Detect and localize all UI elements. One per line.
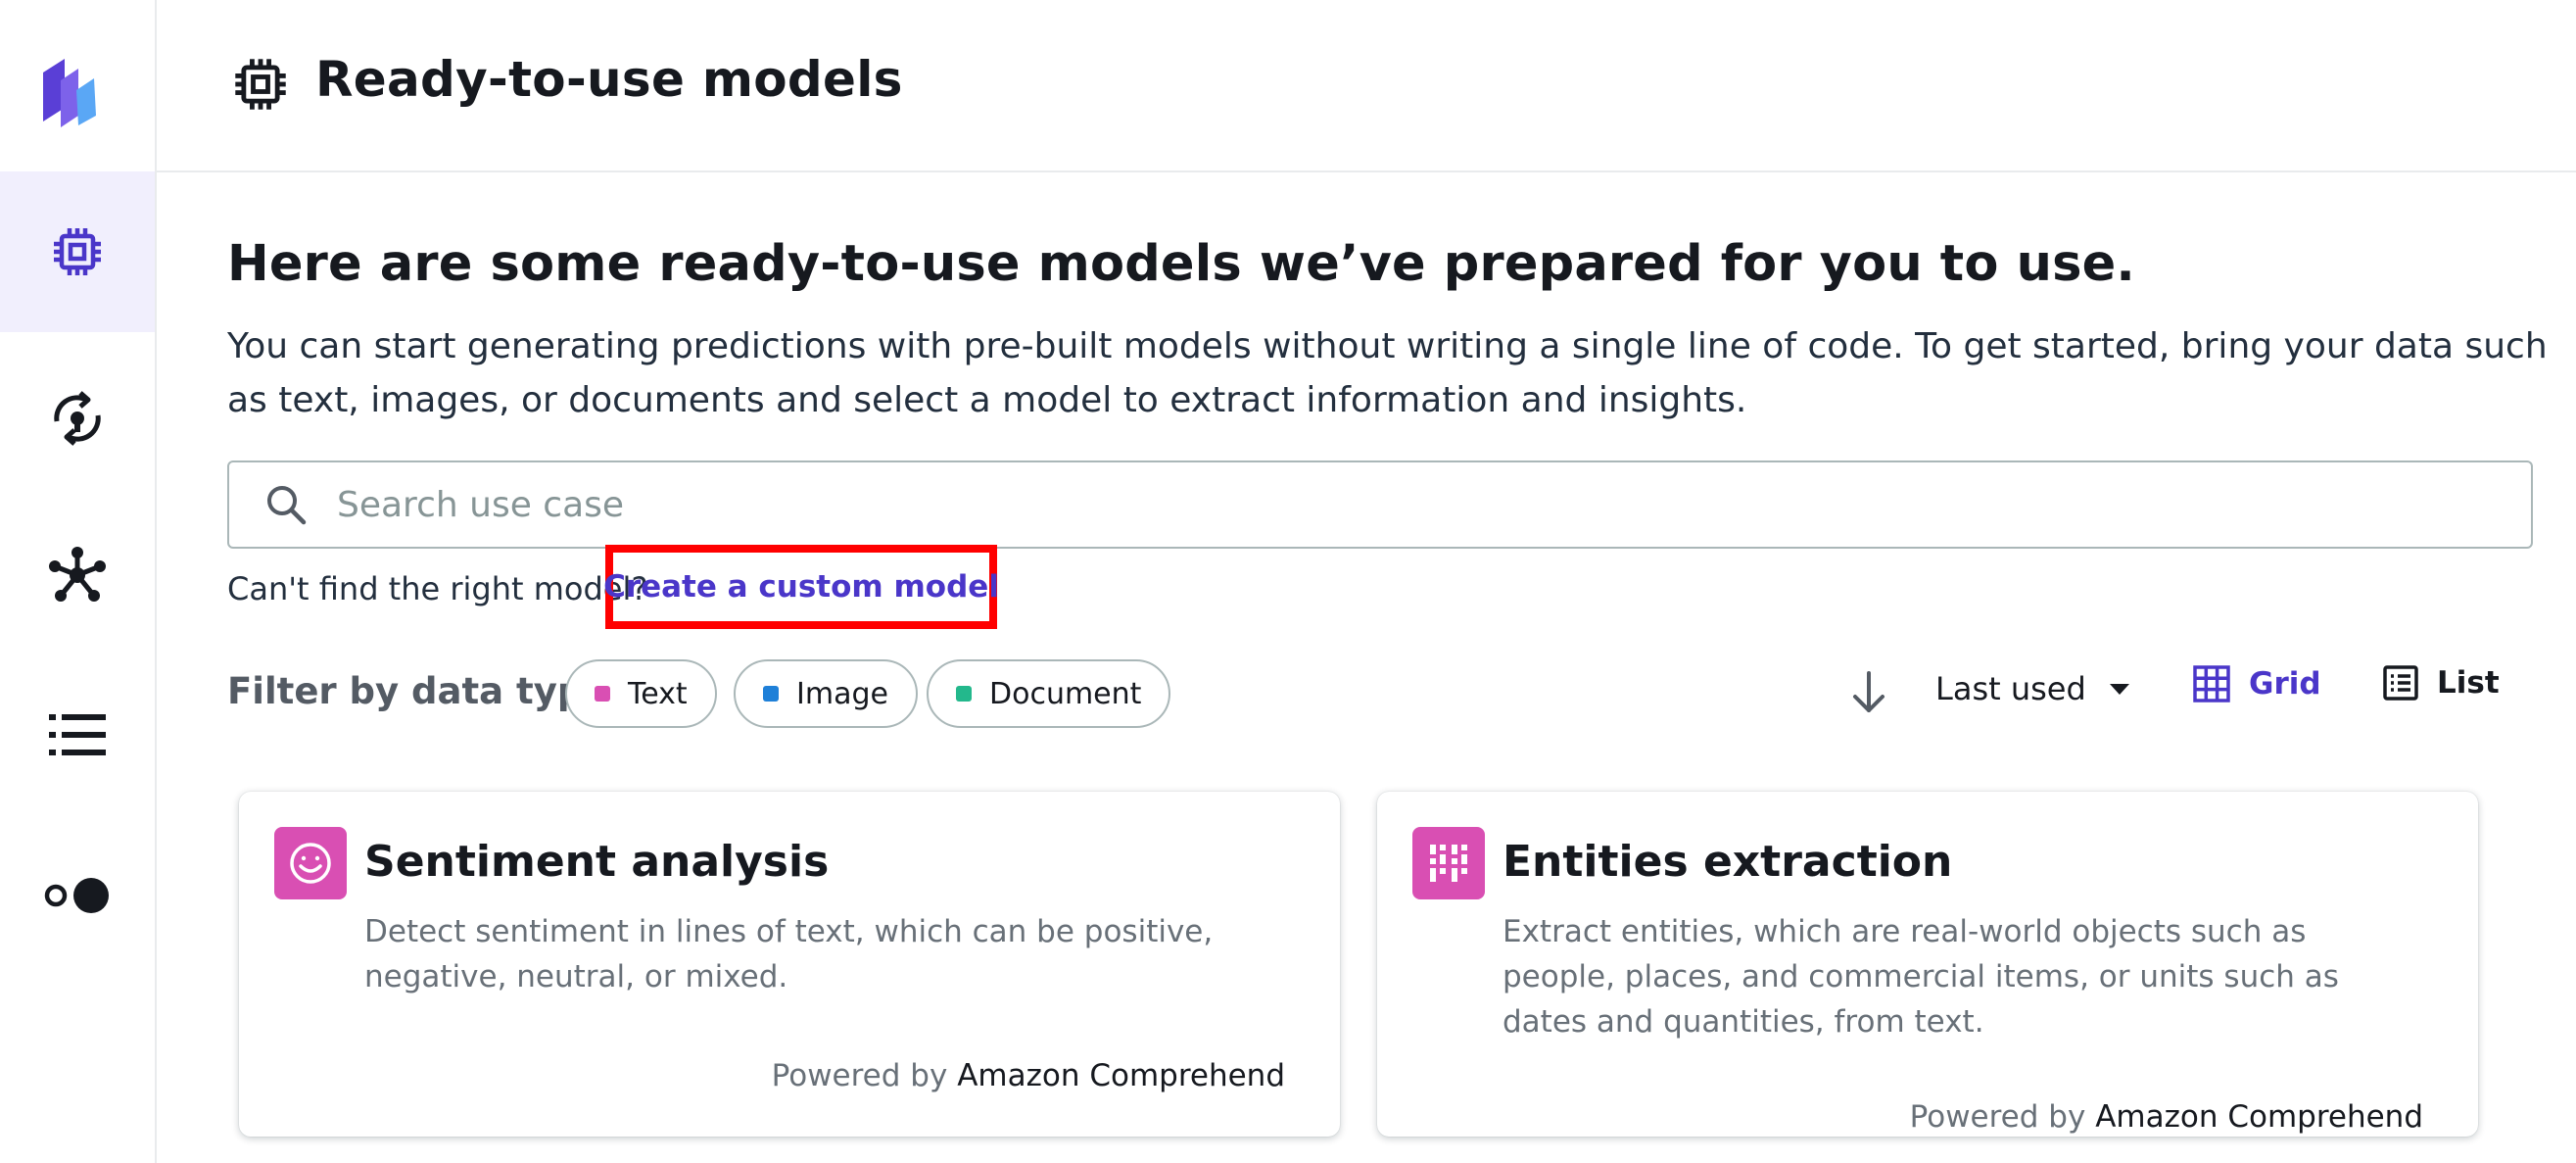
image-type-dot-icon	[763, 686, 779, 702]
rail-item-my-models[interactable]	[0, 338, 155, 499]
card-title: Sentiment analysis	[364, 837, 830, 887]
toggle-icon	[42, 874, 113, 917]
rail-item-settings[interactable]	[0, 815, 155, 976]
highlight-box: Create a custom model	[603, 545, 999, 629]
search-box[interactable]	[227, 460, 2533, 549]
view-list-button[interactable]: List	[2382, 664, 2500, 702]
network-nodes-icon	[47, 545, 108, 606]
card-powered-by: Powered by Amazon Comprehend	[772, 1058, 1285, 1093]
main-content: Here are some ready-to-use models we’ve …	[157, 174, 2576, 1163]
entities-grid-icon	[1412, 827, 1485, 899]
view-grid-label: Grid	[2249, 666, 2321, 702]
rail-item-logs[interactable]	[0, 654, 155, 815]
model-card-entities-extraction[interactable]: Entities extraction Extract entities, wh…	[1377, 792, 2478, 1137]
rail-item-ready-to-use-models[interactable]	[0, 171, 155, 332]
rail-item-datasets[interactable]	[0, 495, 155, 655]
search-icon	[267, 486, 307, 525]
filter-label: Filter by data type:	[227, 670, 623, 712]
view-list-label: List	[2437, 665, 2500, 701]
caret-down-icon	[2109, 683, 2129, 695]
sort-select[interactable]: Last used	[1935, 670, 2129, 707]
sort-value: Last used	[1935, 670, 2086, 707]
chip-label: Text	[628, 676, 688, 711]
text-type-dot-icon	[595, 686, 610, 702]
card-description: Extract entities, which are real-world o…	[1503, 914, 2339, 1040]
app-logo-icon[interactable]	[35, 51, 104, 129]
grid-icon	[2193, 665, 2230, 703]
powered-by-label: Powered by	[771, 1058, 948, 1093]
cant-find-text: Can't find the right model?	[227, 570, 648, 607]
search-input[interactable]	[337, 484, 2443, 525]
sort-direction-arrow-icon[interactable]	[1847, 669, 1890, 716]
chip-icon	[231, 55, 290, 114]
chip-label: Document	[989, 676, 1142, 711]
powered-by-label: Powered by	[1909, 1099, 2086, 1135]
section-description: You can start generating predictions wit…	[227, 326, 2548, 420]
view-grid-button[interactable]: Grid	[2192, 664, 2321, 703]
page-header: Ready-to-use models	[157, 0, 2576, 172]
document-type-dot-icon	[956, 686, 972, 702]
chip-icon	[50, 224, 105, 279]
list-view-icon	[2383, 665, 2418, 701]
card-description: Detect sentiment in lines of text, which…	[364, 914, 1214, 994]
provider-name: Amazon Comprehend	[2095, 1099, 2423, 1135]
card-powered-by: Powered by Amazon Comprehend	[1910, 1099, 2423, 1135]
section-heading: Here are some ready-to-use models we’ve …	[227, 235, 2136, 293]
filter-chip-document[interactable]: Document	[927, 659, 1171, 728]
filter-chip-text[interactable]: Text	[565, 659, 717, 728]
chip-label: Image	[796, 676, 888, 711]
list-icon	[47, 712, 108, 757]
create-custom-model-link[interactable]: Create a custom model	[603, 569, 999, 605]
left-rail	[0, 0, 157, 1163]
smiley-icon	[274, 827, 347, 899]
card-title: Entities extraction	[1503, 837, 1953, 887]
page-title: Ready-to-use models	[315, 51, 903, 108]
filter-chip-image[interactable]: Image	[734, 659, 918, 728]
refresh-bulb-icon	[47, 388, 108, 449]
provider-name: Amazon Comprehend	[957, 1058, 1285, 1093]
model-card-sentiment-analysis[interactable]: Sentiment analysis Detect sentiment in l…	[239, 792, 1340, 1137]
